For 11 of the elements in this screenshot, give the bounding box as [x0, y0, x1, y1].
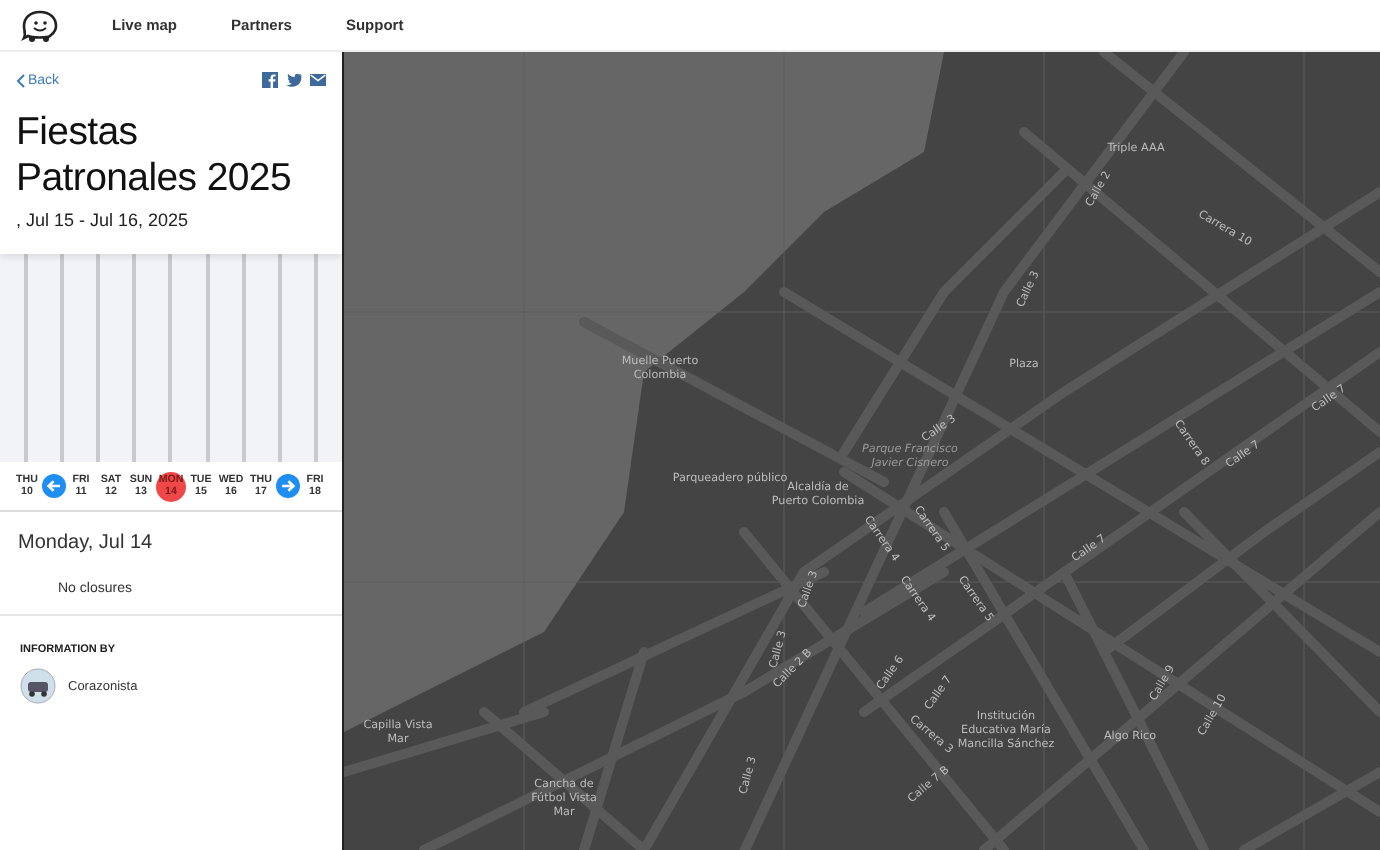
- right-arrow-icon[interactable]: [276, 474, 300, 498]
- event-dates: , Jul 15 - Jul 16, 2025: [16, 210, 191, 230]
- event-title: Fiestas Patronales 2025: [16, 110, 294, 202]
- chevron-icon: [16, 73, 26, 87]
- logo-icon[interactable]: [20, 7, 60, 43]
- bird-icon[interactable]: [286, 72, 302, 88]
- day-heading: Monday, Jul 14: [18, 532, 155, 554]
- mail-icon[interactable]: [310, 72, 326, 88]
- avatar-icon: [20, 668, 56, 704]
- facebook-icon[interactable]: [262, 72, 278, 88]
- left-arrow-icon[interactable]: [42, 474, 66, 498]
